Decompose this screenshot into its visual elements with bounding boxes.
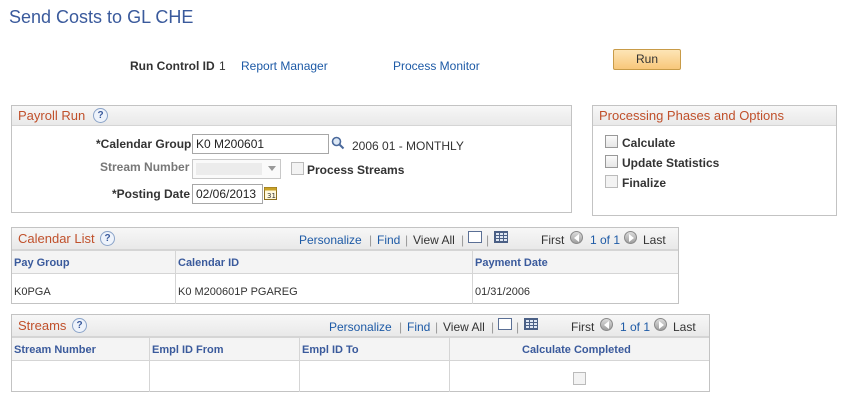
process-monitor-link[interactable]: Process Monitor [393, 59, 480, 73]
calculate-label: Calculate [622, 136, 676, 150]
new-window-icon[interactable] [468, 231, 482, 243]
personalize-link[interactable]: Personalize [299, 233, 362, 247]
view-all-link[interactable]: View All [413, 233, 455, 247]
run-button[interactable]: Run [613, 49, 681, 70]
calendar-list-title: Calendar List [18, 231, 95, 246]
calendar-list-header-row: Pay Group Calendar ID Payment Date [12, 250, 678, 274]
posting-date-input[interactable] [192, 184, 263, 204]
first-label[interactable]: First [541, 233, 564, 247]
help-icon[interactable]: ? [93, 108, 108, 123]
find-link[interactable]: Find [407, 320, 430, 334]
help-icon[interactable]: ? [72, 318, 87, 333]
streams-title: Streams [18, 318, 67, 333]
streams-grid: Streams ? Personalize | Find | View All … [11, 314, 710, 392]
run-control-value: 1 [219, 59, 226, 73]
page-title: Send Costs to GL CHE [9, 7, 194, 27]
payroll-run-panel: Payroll Run ? [11, 105, 572, 213]
cell-pay-group: K0PGA [14, 286, 51, 298]
finalize-checkbox[interactable] [605, 175, 618, 188]
svg-text:31: 31 [267, 192, 276, 200]
process-streams-label: Process Streams [307, 163, 405, 177]
finalize-label: Finalize [622, 176, 667, 190]
column-header-calculate-completed[interactable]: Calculate Completed [522, 344, 631, 356]
calendar-group-input[interactable] [192, 134, 329, 154]
update-statistics-label: Update Statistics [622, 156, 720, 170]
view-all-link[interactable]: View All [443, 320, 485, 334]
calendar-list-grid: Calendar List ? Personalize | Find | Vie… [11, 227, 679, 304]
column-header-empl-id-from[interactable]: Empl ID From [152, 344, 224, 356]
last-label[interactable]: Last [673, 320, 696, 334]
payroll-run-title: Payroll Run [18, 108, 86, 123]
process-streams-checkbox[interactable] [291, 162, 304, 175]
column-header-payment-date[interactable]: Payment Date [475, 257, 548, 269]
calendar-icon[interactable]: 31 [264, 186, 277, 200]
search-icon[interactable] [331, 136, 345, 150]
new-window-icon[interactable] [498, 318, 512, 330]
previous-icon[interactable] [570, 231, 583, 244]
report-manager-link[interactable]: Report Manager [241, 59, 328, 73]
calendar-group-label: *Calendar Group [96, 137, 192, 151]
cell-payment-date: 01/31/2006 [475, 286, 531, 298]
next-icon[interactable] [654, 318, 667, 331]
personalize-link[interactable]: Personalize [329, 320, 392, 334]
row-range: 1 of 1 [620, 320, 651, 334]
previous-icon[interactable] [600, 318, 613, 331]
stream-number-label: Stream Number [100, 160, 190, 174]
column-header-empl-id-to[interactable]: Empl ID To [302, 344, 359, 356]
download-grid-icon[interactable] [524, 318, 538, 330]
column-header-calendar-id[interactable]: Calendar ID [178, 257, 239, 269]
column-header-stream-number[interactable]: Stream Number [14, 344, 96, 356]
find-link[interactable]: Find [377, 233, 400, 247]
streams-header-row: Stream Number Empl ID From Empl ID To Ca… [12, 337, 709, 361]
download-grid-icon[interactable] [494, 231, 508, 243]
next-icon[interactable] [624, 231, 637, 244]
posting-date-label: *Posting Date [112, 187, 191, 201]
processing-phases-header: Processing Phases and Options [593, 106, 836, 126]
cell-calendar-id: K0 M200601P PGAREG [178, 286, 298, 298]
update-statistics-checkbox[interactable] [605, 155, 618, 168]
calculate-completed-checkbox[interactable] [573, 372, 586, 385]
last-label[interactable]: Last [643, 233, 666, 247]
help-icon[interactable]: ? [100, 231, 115, 246]
run-control-label: Run Control ID [130, 59, 215, 73]
column-header-pay-group[interactable]: Pay Group [14, 257, 70, 269]
first-label[interactable]: First [571, 320, 594, 334]
row-range: 1 of 1 [590, 233, 621, 247]
chevron-down-icon [268, 166, 276, 171]
payroll-run-header: Payroll Run ? [12, 106, 571, 126]
calculate-checkbox[interactable] [605, 135, 618, 148]
processing-phases-title: Processing Phases and Options [599, 108, 784, 123]
stream-number-select[interactable] [192, 159, 281, 179]
calendar-group-description: 2006 01 - MONTHLY [352, 139, 464, 153]
